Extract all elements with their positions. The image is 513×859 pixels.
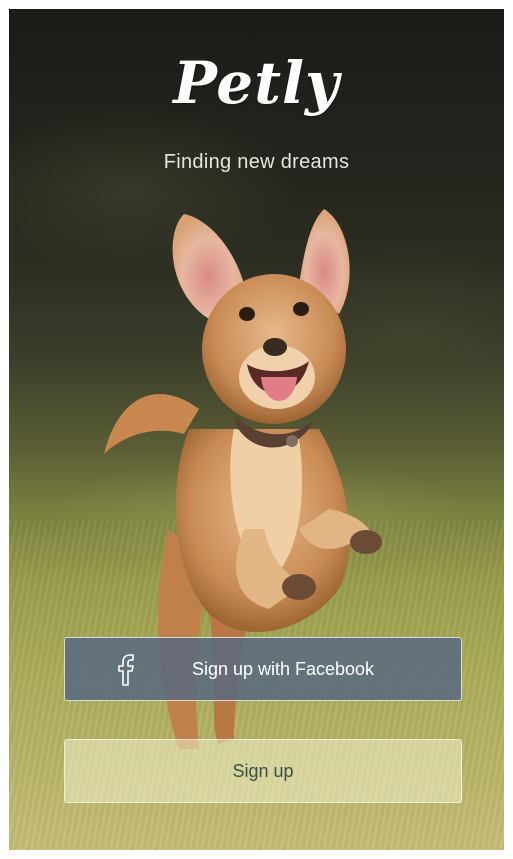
signup-button[interactable]: Sign up: [64, 739, 462, 803]
facebook-signup-label: Sign up with Facebook: [191, 658, 375, 679]
signup-label: Sign up: [232, 760, 294, 781]
running-dog-photo: [104, 209, 382, 749]
facebook-f-icon: [118, 654, 134, 686]
tagline: Finding new dreams: [163, 151, 350, 173]
app-logo: Petly: [173, 49, 340, 117]
login-screen: Petly Finding new dreams Sign up with Fa…: [9, 9, 504, 850]
facebook-signup-button[interactable]: Sign up with Facebook: [64, 637, 462, 701]
